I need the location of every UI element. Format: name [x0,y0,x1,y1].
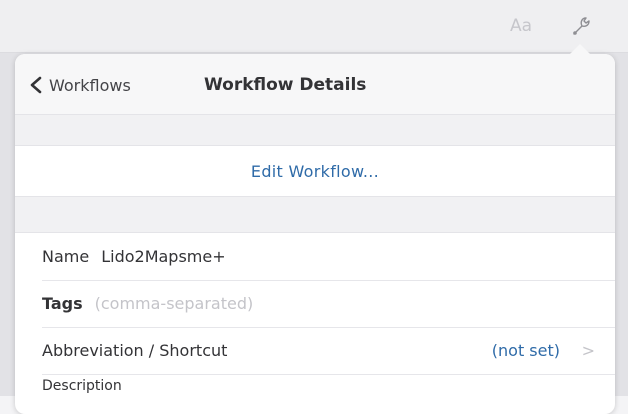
description-label: Description [42,378,122,394]
back-button[interactable]: Workflows [29,73,131,97]
abbreviation-row[interactable]: Abbreviation / Shortcut (not set) > [42,327,615,375]
name-label: Name [42,247,90,266]
name-row: Name [42,233,615,281]
tags-input[interactable] [94,294,395,313]
page-title: Workflow Details [204,75,367,95]
section-spacer [15,197,615,233]
tags-label: Tags [42,294,83,313]
section-spacer [15,115,615,146]
workflow-details-popover: Workflows Workflow Details Edit Workflow… [15,54,615,414]
popover-arrow [568,44,592,56]
back-label: Workflows [49,75,131,95]
name-field[interactable] [101,247,402,266]
chevron-left-icon [30,76,42,94]
font-size-button[interactable]: Aa [510,16,532,36]
navigation-bar: Workflows Workflow Details [15,54,615,115]
top-toolbar: Aa [0,0,628,53]
edit-workflow-label: Edit Workflow... [250,161,380,181]
wrench-icon[interactable] [570,14,594,38]
edit-workflow-button[interactable]: Edit Workflow... [15,146,615,197]
chevron-right-icon: > [581,341,595,360]
abbreviation-value: (not set) [491,341,560,360]
abbreviation-label: Abbreviation / Shortcut [42,341,228,360]
tags-row: Tags [42,280,615,328]
